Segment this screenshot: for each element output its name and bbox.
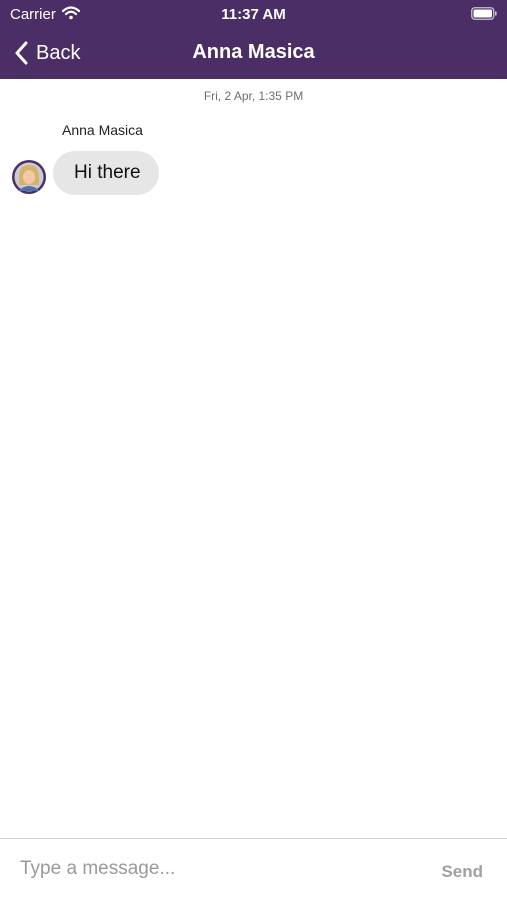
message-sender-name: Anna Masica	[62, 122, 143, 138]
message-composer: Send	[0, 838, 507, 901]
date-header: Fri, 2 Apr, 1:35 PM	[203, 89, 304, 103]
message-text: Hi there	[74, 162, 141, 183]
avatar[interactable]	[11, 159, 47, 195]
message-bubble[interactable]: Hi there	[53, 151, 159, 195]
navigation-bar: Back Anna Masica	[0, 28, 507, 79]
top-bar: Carrier 11:37 AM Back Anna Masica	[0, 0, 507, 79]
send-button[interactable]: Send	[441, 862, 483, 882]
status-time: 11:37 AM	[221, 6, 286, 23]
battery-icon	[471, 7, 497, 20]
page-title: Anna Masica	[192, 41, 315, 63]
message-input[interactable]	[20, 851, 400, 887]
status-bar: Carrier 11:37 AM	[0, 0, 507, 28]
